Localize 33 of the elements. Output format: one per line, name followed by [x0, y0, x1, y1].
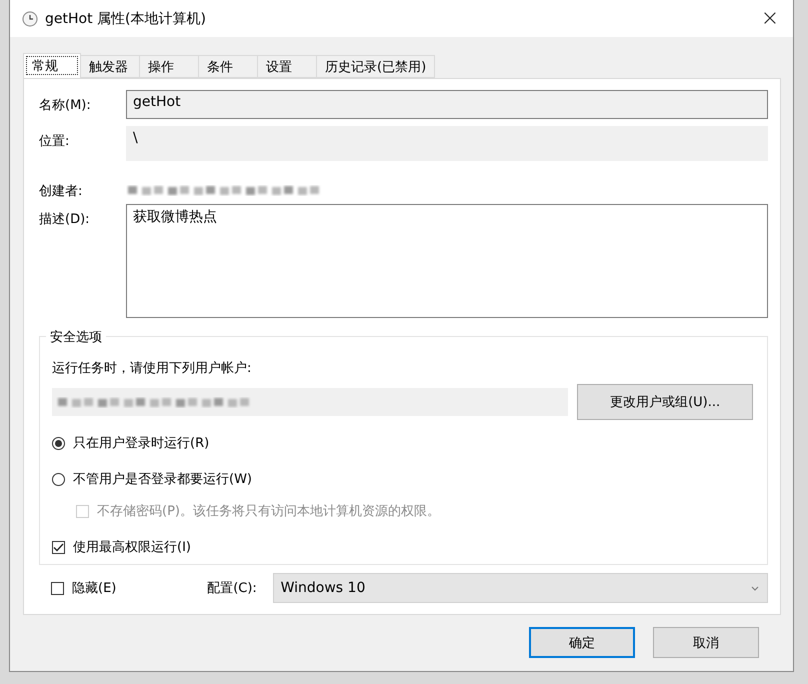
checkbox[interactable] — [52, 540, 65, 554]
chevron-down-icon — [750, 586, 759, 590]
field-label: 配置(C): — [207, 580, 258, 597]
account-prompt: 运行任务时，请使用下列用户帐户: — [52, 360, 252, 377]
tab[interactable]: 设置 — [257, 55, 317, 78]
tab[interactable]: 操作 — [139, 55, 199, 78]
radio-button[interactable] — [52, 436, 65, 450]
location-field: \ — [126, 126, 768, 161]
dialog-button[interactable]: 取消 — [653, 627, 759, 658]
option-label: 隐藏(E) — [72, 580, 116, 597]
option-label: 不管用户是否登录都要运行(W) — [73, 471, 252, 488]
tab[interactable]: 常规 — [23, 53, 81, 78]
radio-button[interactable] — [52, 472, 65, 486]
tab[interactable]: 触发器 — [80, 55, 140, 78]
dialog-button[interactable]: 确定 — [529, 627, 635, 658]
option-label: 只在用户登录时运行(R) — [73, 435, 210, 452]
field-label: 名称(M): — [39, 97, 92, 114]
description-field[interactable]: 获取微博热点 — [126, 204, 768, 318]
change-user-button[interactable]: 更改用户或组(U)... — [577, 384, 753, 420]
group-title: 安全选项 — [46, 328, 106, 346]
tab[interactable]: 历史记录(已禁用) — [316, 55, 436, 78]
window-title: getHot 属性(本地计算机) — [45, 10, 207, 28]
field-label: 描述(D): — [39, 211, 91, 228]
tab[interactable]: 条件 — [198, 55, 258, 78]
field-label: 位置: — [39, 133, 70, 150]
checkbox[interactable] — [51, 582, 64, 594]
option-label: 不存储密码(P)。该任务将只有访问本地计算机资源的权限。 — [97, 503, 440, 520]
close-button[interactable]: × — [747, 0, 793, 37]
option-label: 使用最高权限运行(I) — [73, 539, 191, 556]
name-field[interactable]: getHot — [126, 90, 768, 119]
configure-dropdown[interactable]: Windows 10 — [272, 573, 768, 603]
field-label: 创建者: — [39, 183, 84, 200]
clock-icon — [22, 10, 38, 26]
